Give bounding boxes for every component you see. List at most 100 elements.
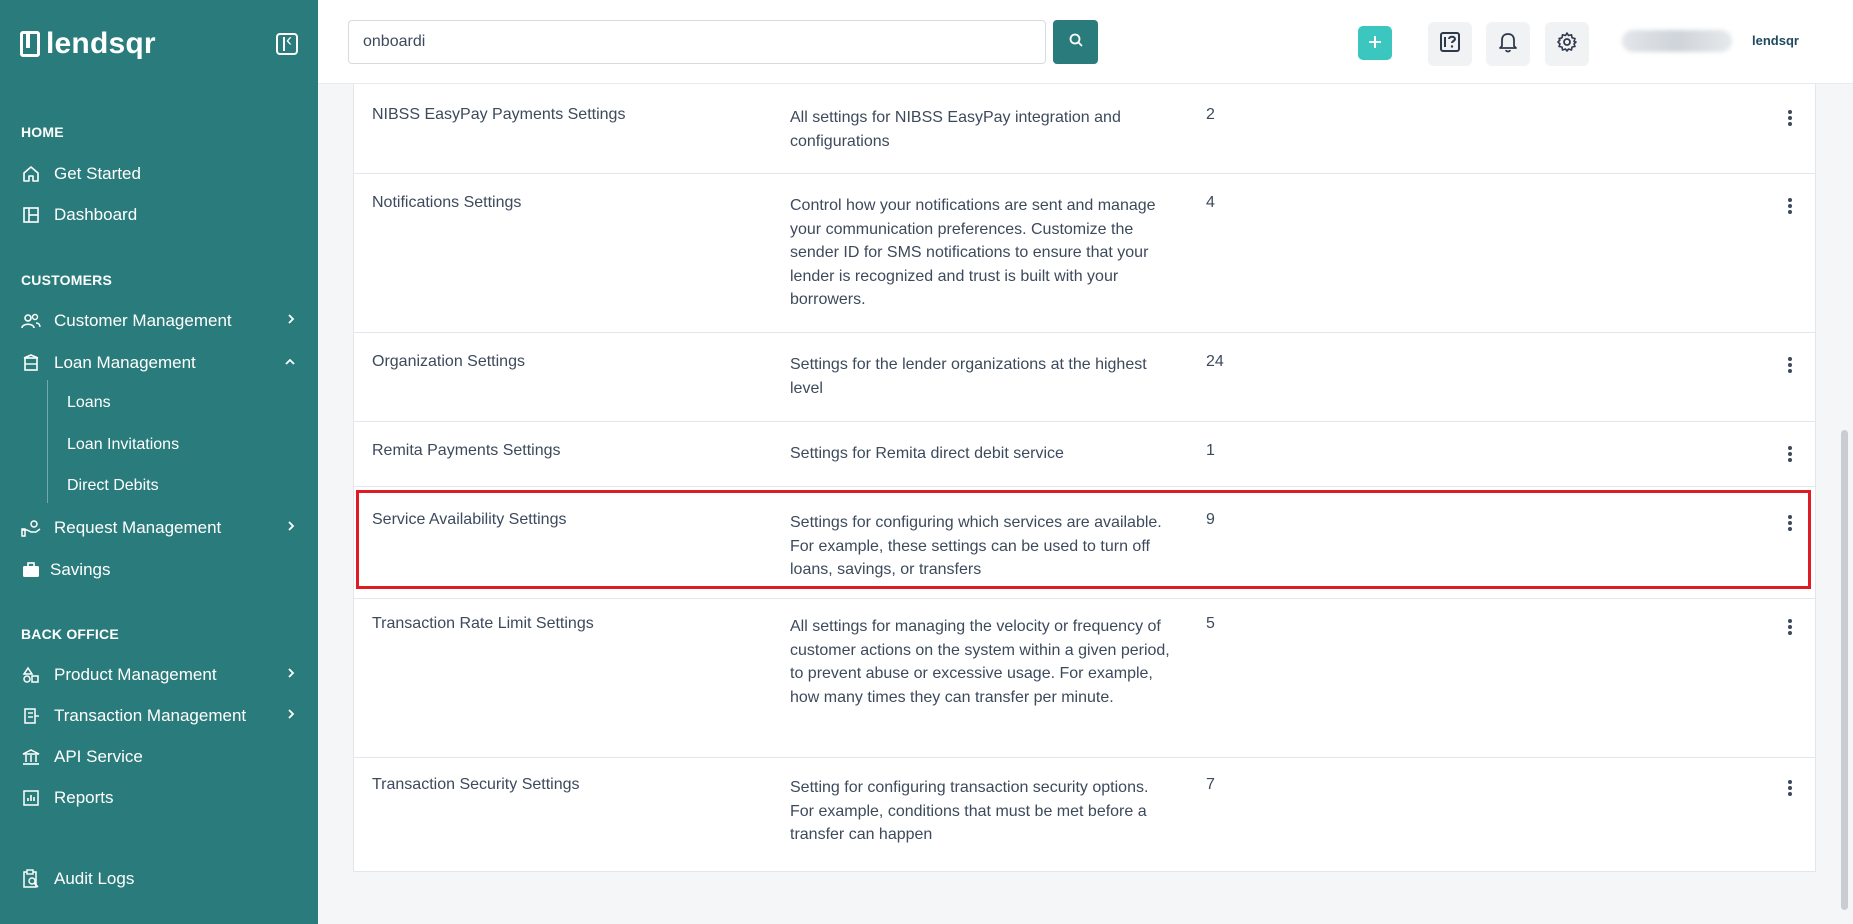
sidebar-item-dashboard[interactable]: Dashboard xyxy=(21,200,298,230)
sidebar-item-request-management[interactable]: Request Management xyxy=(21,513,298,543)
setting-count: 9 xyxy=(1206,511,1215,528)
dashboard-icon xyxy=(21,205,41,225)
setting-description: Settings for the lender organizations at… xyxy=(790,356,1147,397)
chevron-right-icon xyxy=(286,312,296,330)
user-account-blurred[interactable] xyxy=(1622,30,1732,52)
sidebar-item-label: API Service xyxy=(54,747,143,766)
sidebar-subitem-direct-debits[interactable]: Direct Debits xyxy=(67,472,159,500)
sidebar-item-label: Reports xyxy=(54,788,114,807)
setting-count: 7 xyxy=(1206,776,1215,793)
setting-description: Setting for configuring transaction secu… xyxy=(790,779,1149,843)
clipboard-search-icon xyxy=(21,869,41,889)
shapes-icon xyxy=(21,665,41,685)
setting-name[interactable]: NIBSS EasyPay Payments Settings xyxy=(372,106,625,124)
bank-icon xyxy=(21,353,41,373)
setting-name[interactable]: Organization Settings xyxy=(372,353,525,371)
collapse-sidebar-icon[interactable] xyxy=(276,30,298,55)
table-row[interactable]: Organization Settings Settings for the l… xyxy=(354,333,1815,422)
header-brand-logo: lendsqr xyxy=(1752,33,1799,48)
sidebar-item-product-management[interactable]: Product Management xyxy=(21,660,298,690)
setting-description: Control how your notifications are sent … xyxy=(790,197,1156,308)
chevron-right-icon xyxy=(286,707,296,725)
table-row[interactable]: Remita Payments Settings Settings for Re… xyxy=(354,422,1815,487)
sidebar-item-label: Dashboard xyxy=(54,205,138,224)
page-scrollbar[interactable] xyxy=(1841,430,1848,910)
brand-name: lendsqr xyxy=(46,27,156,60)
setting-count: 1 xyxy=(1206,442,1215,459)
section-back-office: BACK OFFICE xyxy=(21,626,119,642)
plus-icon xyxy=(1367,31,1383,55)
setting-description: All settings for managing the velocity o… xyxy=(790,618,1170,706)
settings-button[interactable] xyxy=(1545,22,1589,66)
sidebar-item-label: Loan Management xyxy=(54,353,196,372)
sidebar-item-api-service[interactable]: API Service xyxy=(21,742,298,772)
sidebar-item-audit-logs[interactable]: Audit Logs xyxy=(21,864,298,894)
table-row[interactable]: NIBSS EasyPay Payments Settings All sett… xyxy=(354,84,1815,174)
chevron-right-icon xyxy=(286,519,296,537)
submenu-guide-line xyxy=(47,380,48,503)
setting-name[interactable]: Service Availability Settings xyxy=(372,511,566,529)
sidebar-item-label: Transaction Management xyxy=(54,706,247,725)
gear-icon xyxy=(1556,31,1578,58)
bell-icon xyxy=(1498,31,1518,58)
receipt-icon xyxy=(21,706,41,726)
row-more-options-icon[interactable] xyxy=(1782,355,1798,375)
sidebar-item-label: Savings xyxy=(50,560,111,579)
sidebar-item-customer-management[interactable]: Customer Management xyxy=(21,306,298,336)
setting-count: 5 xyxy=(1206,615,1215,632)
row-more-options-icon[interactable] xyxy=(1782,196,1798,216)
setting-count: 2 xyxy=(1206,106,1215,123)
sidebar-item-label: Product Management xyxy=(54,665,217,684)
hand-coin-icon xyxy=(21,518,41,538)
setting-count: 4 xyxy=(1206,194,1215,211)
chevron-up-icon xyxy=(284,354,296,372)
help-button[interactable] xyxy=(1428,22,1472,66)
table-row[interactable]: Notifications Settings Control how your … xyxy=(354,174,1815,333)
sidebar: lendsqr HOME Get Started Dashboard CUSTO… xyxy=(0,0,318,924)
section-home: HOME xyxy=(21,124,64,140)
setting-name[interactable]: Notifications Settings xyxy=(372,194,521,212)
setting-name[interactable]: Remita Payments Settings xyxy=(372,442,561,460)
sidebar-item-get-started[interactable]: Get Started xyxy=(21,159,298,189)
section-customers: CUSTOMERS xyxy=(21,272,112,288)
setting-count: 24 xyxy=(1206,353,1224,370)
setting-description: Settings for Remita direct debit service xyxy=(790,445,1064,462)
briefcase-icon xyxy=(21,560,41,580)
row-more-options-icon[interactable] xyxy=(1782,513,1798,533)
row-more-options-icon[interactable] xyxy=(1782,108,1798,128)
search-icon xyxy=(1068,32,1084,53)
search-button[interactable] xyxy=(1053,20,1098,64)
report-chart-icon xyxy=(21,788,41,808)
row-more-options-icon[interactable] xyxy=(1782,617,1798,637)
add-button[interactable] xyxy=(1358,26,1392,60)
sidebar-item-label: Audit Logs xyxy=(54,869,135,888)
setting-name[interactable]: Transaction Rate Limit Settings xyxy=(372,615,594,633)
sidebar-subitem-loan-invitations[interactable]: Loan Invitations xyxy=(67,431,179,459)
sidebar-item-savings[interactable]: Savings xyxy=(21,555,298,585)
sidebar-item-reports[interactable]: Reports xyxy=(21,783,298,813)
sidebar-item-label: Get Started xyxy=(54,164,141,183)
sidebar-item-label: Customer Management xyxy=(54,311,232,330)
sidebar-item-transaction-management[interactable]: Transaction Management xyxy=(21,701,298,731)
home-icon xyxy=(21,164,41,184)
row-more-options-icon[interactable] xyxy=(1782,444,1798,464)
users-icon xyxy=(21,311,41,331)
top-header: lendsqr xyxy=(318,0,1853,84)
sidebar-item-loan-management[interactable]: Loan Management xyxy=(21,348,298,378)
table-row[interactable]: Transaction Security Settings Setting fo… xyxy=(354,758,1815,871)
help-icon xyxy=(1439,31,1461,58)
row-more-options-icon[interactable] xyxy=(1782,778,1798,798)
table-row[interactable]: Transaction Rate Limit Settings All sett… xyxy=(354,599,1815,758)
sidebar-subitem-loans[interactable]: Loans xyxy=(67,389,111,417)
chevron-right-icon xyxy=(286,666,296,684)
settings-table: NIBSS EasyPay Payments Settings All sett… xyxy=(353,84,1816,872)
setting-description: All settings for NIBSS EasyPay integrati… xyxy=(790,109,1121,150)
search-input[interactable] xyxy=(348,20,1046,64)
table-row-selected[interactable]: Service Availability Settings Settings f… xyxy=(354,487,1815,599)
sidebar-item-label: Request Management xyxy=(54,518,222,537)
sidebar-header: lendsqr xyxy=(20,24,298,64)
brand-logo[interactable]: lendsqr xyxy=(20,27,156,61)
institution-icon xyxy=(21,747,41,767)
notifications-button[interactable] xyxy=(1486,22,1530,66)
setting-name[interactable]: Transaction Security Settings xyxy=(372,776,580,794)
